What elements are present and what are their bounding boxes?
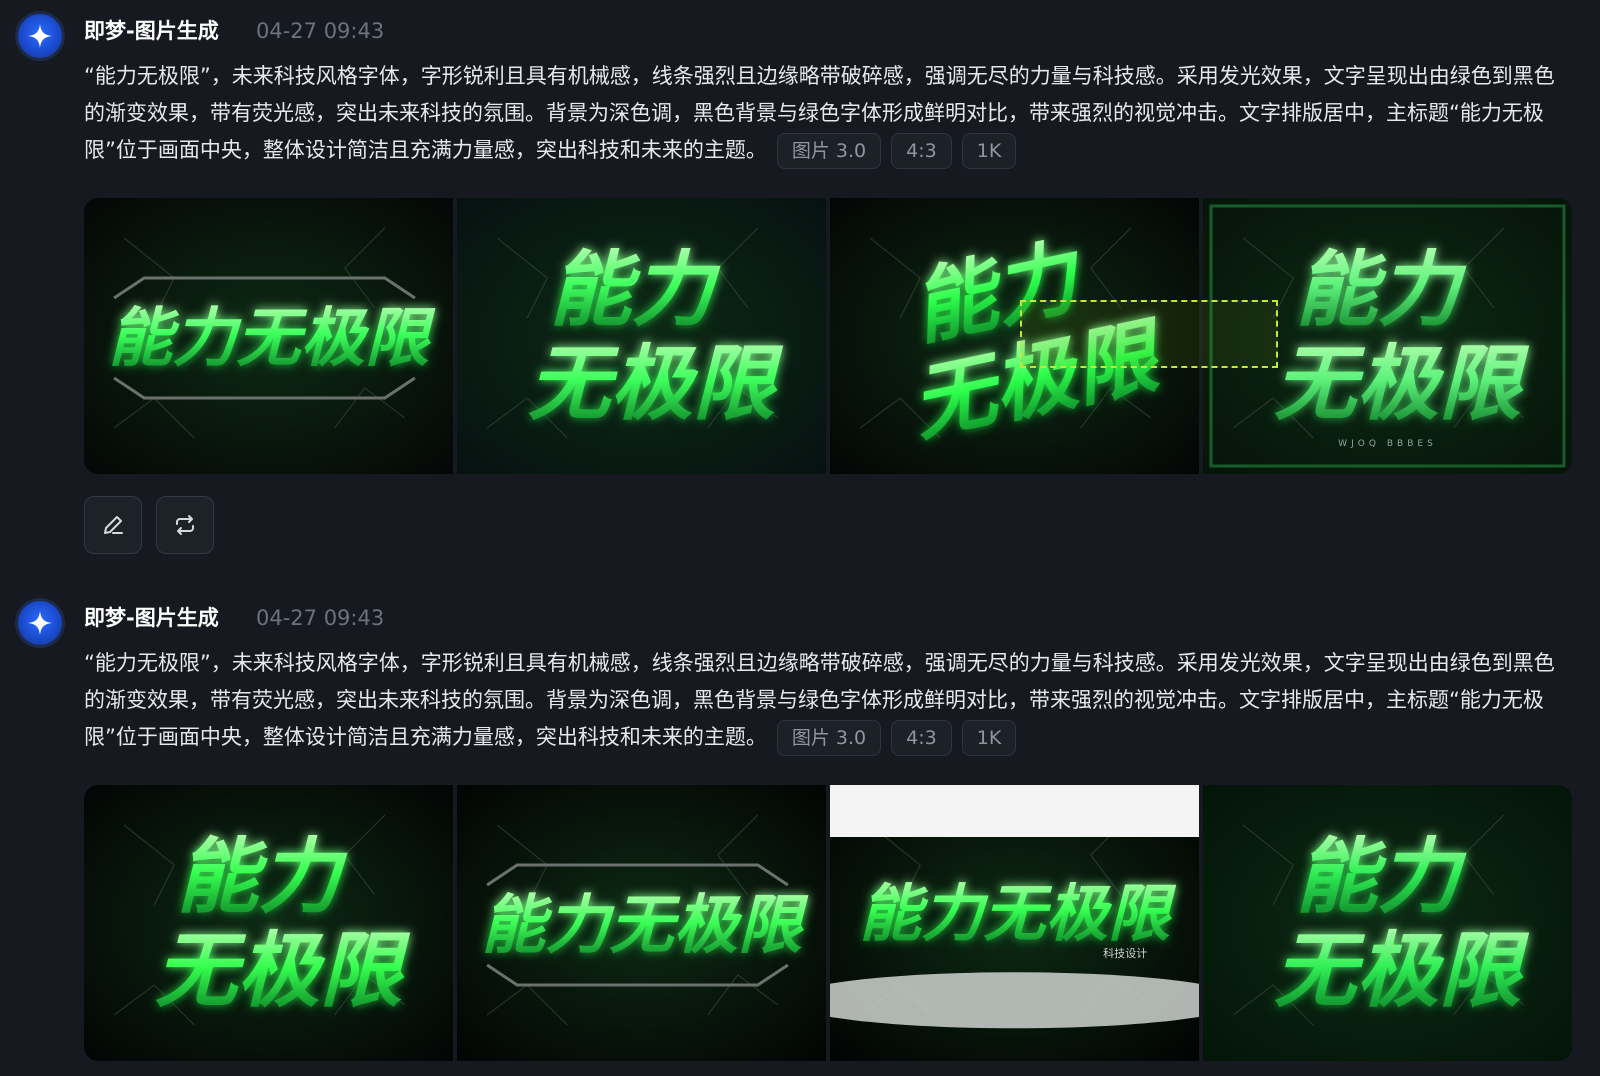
generated-image[interactable]: 能力无极限	[457, 198, 826, 474]
sender-name: 即梦-图片生成	[84, 606, 219, 630]
ratio-tag[interactable]: 4:3	[891, 720, 952, 756]
image-gallery: 能力无极限 能力 无极限 能力 无极限 能力 无极限 WJOQ BBBES	[84, 198, 1572, 474]
generated-image[interactable]: 能力无极限	[84, 198, 453, 474]
resolution-tag[interactable]: 1K	[961, 720, 1017, 756]
image-artwork: 能力无极限	[84, 785, 453, 1061]
bot-avatar	[18, 601, 62, 645]
svg-text:能力: 能力	[176, 830, 347, 925]
model-tag[interactable]: 图片 3.0	[776, 133, 882, 169]
image-artwork: 能力无极限	[84, 198, 453, 474]
prompt-text: “能力无极限”，未来科技风格字体，字形锐利且具有机械感，线条强烈且边缘略带破碎感…	[84, 58, 1564, 169]
model-tag[interactable]: 图片 3.0	[776, 720, 882, 756]
image-artwork: 能力无极限	[1203, 785, 1572, 1061]
image-artwork: 能力无极限	[457, 198, 826, 474]
svg-text:能力无极限: 能力无极限	[859, 877, 1177, 950]
image-artwork: 能力无极限	[457, 785, 826, 1061]
generated-image[interactable]: 能力无极限	[1203, 785, 1572, 1061]
svg-text:无极限: 无极限	[1274, 337, 1530, 432]
regenerate-button[interactable]	[156, 496, 214, 554]
image-subtext: 科技设计	[1103, 946, 1147, 960]
generated-image[interactable]: 能力无极限	[84, 785, 453, 1061]
sparkle-icon	[28, 611, 52, 635]
sender-name: 即梦-图片生成	[84, 19, 219, 43]
svg-text:能力: 能力	[1295, 830, 1466, 925]
repeat-icon	[176, 515, 194, 535]
ratio-tag[interactable]: 4:3	[891, 133, 952, 169]
image-artwork: 能力无极限科技设计	[830, 785, 1199, 1061]
svg-text:无极限: 无极限	[155, 924, 411, 1019]
svg-text:能力无极限: 能力无极限	[108, 302, 436, 376]
generated-image[interactable]: 能力无极限 科技设计	[830, 785, 1199, 1061]
edit-button[interactable]	[84, 496, 142, 554]
bot-avatar	[18, 14, 62, 58]
action-bar	[84, 496, 214, 554]
timestamp: 04-27 09:43	[256, 606, 385, 630]
sparkle-icon	[28, 24, 52, 48]
image-subtext: WJOQ BBBES	[1338, 439, 1437, 449]
svg-text:无极限: 无极限	[528, 337, 784, 432]
resolution-tag[interactable]: 1K	[961, 133, 1017, 169]
generated-image[interactable]: 能力无极限	[457, 785, 826, 1061]
prompt-text: “能力无极限”，未来科技风格字体，字形锐利且具有机械感，线条强烈且边缘略带破碎感…	[84, 645, 1564, 756]
svg-text:能力: 能力	[1295, 243, 1466, 338]
svg-text:能力: 能力	[549, 243, 720, 338]
svg-text:无极限: 无极限	[1274, 924, 1530, 1019]
image-gallery: 能力 无极限 能力无极限 能力无极限 科技设计 能力 无极限	[84, 785, 1572, 1061]
svg-text:能力无极限: 能力无极限	[481, 889, 809, 963]
selection-box[interactable]	[1020, 300, 1278, 368]
pencil-icon	[104, 516, 123, 534]
timestamp: 04-27 09:43	[256, 19, 385, 43]
